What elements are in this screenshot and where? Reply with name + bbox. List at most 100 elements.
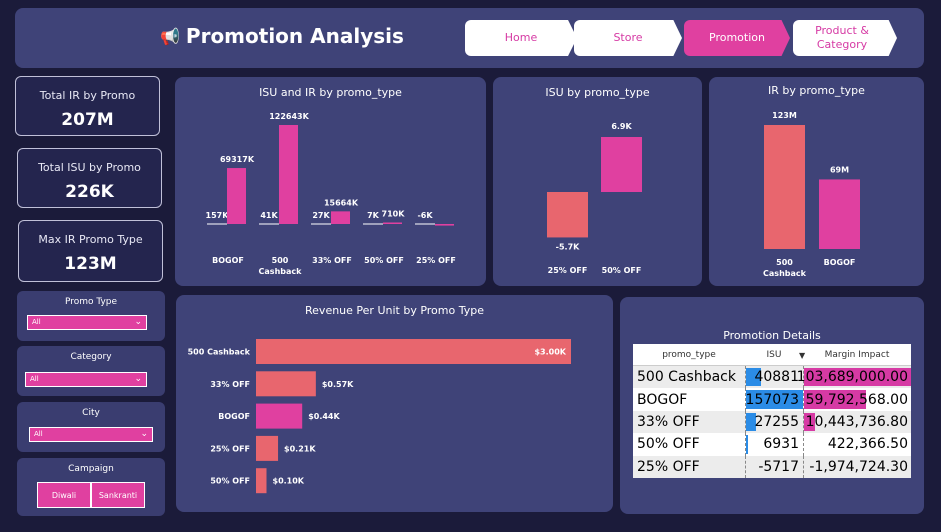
revenue-bar <box>256 403 303 429</box>
cell-margin-impact: 10,443,736.80 <box>803 410 911 434</box>
kpi-label: Total IR by Promo <box>39 89 136 102</box>
promotion-details-table: promo_type ISU ▼ Margin Impact 500 Cashb… <box>633 344 911 478</box>
isu-bar <box>547 192 588 238</box>
slicer-campaign: Campaign Diwali Sankranti <box>17 458 165 516</box>
x-tick-label: Cashback <box>259 267 303 276</box>
isu-data-label: 7K <box>367 211 380 220</box>
revenue-bar <box>256 435 279 461</box>
ir-bar <box>819 179 860 249</box>
nav-home[interactable]: Home <box>465 20 577 56</box>
x-tick-label: BOGOF <box>212 256 244 265</box>
x-tick-label: 500 <box>272 256 289 265</box>
ir-data-label: 69317K <box>220 155 255 164</box>
data-label: 123M <box>772 111 797 120</box>
cell-isu: 6931 <box>745 433 803 456</box>
ir-data-label: 122643K <box>269 112 309 121</box>
cell-promo-type: 50% OFF <box>637 436 700 453</box>
ir-bar <box>435 224 454 226</box>
campaign-chip-sankranti[interactable]: Sankranti <box>91 482 145 508</box>
cell-isu: 157073 <box>745 388 803 411</box>
isu-data-label: 27K <box>312 211 330 220</box>
cell-isu: -5717 <box>745 455 803 478</box>
y-tick-label: BOGOF <box>218 412 250 421</box>
isu-data-label: -6K <box>417 211 433 220</box>
table-row[interactable]: 33% OFF 27255 10,443,736.80 <box>633 410 911 434</box>
x-tick-label: 50% OFF <box>364 256 404 265</box>
chart-ir: IR by promo_type 123M 500 Cashback 69M BOGOF <box>709 77 924 286</box>
y-tick-label: 33% OFF <box>210 380 250 389</box>
cell-promo-type: BOGOF <box>637 391 688 408</box>
isu-ir-chart: 157K 69317K BOGOF 41K 122643K 500 Cashback 27K 1… <box>206 112 456 276</box>
data-label: $3.00K <box>534 348 566 357</box>
chart-isu-ir: ISU and IR by promo_type 157K 69317K BOGOF… <box>175 77 486 286</box>
ir-bar <box>383 222 402 224</box>
revenue-bar <box>256 468 267 494</box>
isu-bar <box>601 137 642 192</box>
nav-store[interactable]: Store <box>574 20 682 56</box>
ir-bar <box>279 125 298 224</box>
slicer-label: Promo Type <box>64 297 118 307</box>
kpi-total-ir: Total IR by Promo 207M <box>15 76 160 136</box>
nav-promotion[interactable]: Promotion <box>684 20 790 56</box>
cell-margin-impact: 422,366.50 <box>803 433 911 456</box>
ir-bar <box>227 168 246 224</box>
isu-chart: -5.7K 25% OFF 6.9K 50% OFF <box>547 122 642 275</box>
megaphone-icon: 📢 <box>160 26 180 46</box>
slicer-label: Campaign <box>68 464 114 474</box>
kpi-value: 123M <box>64 254 117 274</box>
data-label: $0.44K <box>308 412 340 421</box>
category-dropdown[interactable]: All ⌄ <box>25 372 147 387</box>
isu-databar <box>746 435 749 454</box>
table-header: promo_type ISU ▼ Margin Impact <box>633 344 911 366</box>
col-promo-type[interactable]: promo_type <box>633 350 745 360</box>
chevron-down-icon: ⌄ <box>134 317 142 327</box>
city-dropdown[interactable]: All ⌄ <box>29 427 153 442</box>
slicer-city: City All ⌄ <box>17 402 165 452</box>
slicer-label: Category <box>70 352 112 362</box>
slicer-label: City <box>82 408 100 418</box>
data-label: 6.9K <box>611 122 632 131</box>
chart-isu: ISU by promo_type -5.7K 25% OFF 6.9K 50% OF… <box>493 77 702 286</box>
cell-isu: 27255 <box>745 410 803 434</box>
revenue-per-unit-chart: 500 Cashback $3.00K 33% OFF $0.57K BOGOF $0.4… <box>188 339 571 494</box>
y-tick-label: 50% OFF <box>210 477 250 486</box>
chevron-down-icon: ⌄ <box>134 374 142 384</box>
data-label: $0.21K <box>284 444 316 453</box>
x-tick-label: BOGOF <box>824 258 856 267</box>
ir-bar <box>764 125 805 249</box>
revenue-bar <box>256 339 571 364</box>
col-isu[interactable]: ISU <box>745 344 803 365</box>
page-title: 📢 Promotion Analysis <box>160 24 404 48</box>
y-tick-label: 25% OFF <box>210 444 250 453</box>
kpi-label: Total ISU by Promo <box>38 161 141 174</box>
cell-margin-impact: 59,792,568.00 <box>803 388 911 411</box>
page-title-text: Promotion Analysis <box>185 24 404 48</box>
cell-promo-type: 25% OFF <box>637 458 700 475</box>
revenue-bar <box>256 371 316 397</box>
slicer-category: Category All ⌄ <box>17 346 165 396</box>
nav-product-category[interactable]: Product & Category <box>793 20 897 56</box>
isu-data-label: 41K <box>260 211 278 220</box>
cell-isu: 40881 <box>745 366 803 389</box>
cell-promo-type: 33% OFF <box>637 413 700 430</box>
table-row[interactable]: BOGOF 157073 59,792,568.00 <box>633 388 911 411</box>
x-tick-label: 500 <box>776 258 793 267</box>
promo-type-dropdown[interactable]: All ⌄ <box>27 315 147 330</box>
isu-data-label: 157K <box>206 211 230 220</box>
table-title: Promotion Details <box>723 329 821 342</box>
table-row[interactable]: 50% OFF 6931 422,366.50 <box>633 433 911 456</box>
kpi-max-ir-promo: Max IR Promo Type 123M <box>18 220 163 282</box>
table-row[interactable]: 25% OFF -5717 -1,974,724.30 <box>633 455 911 478</box>
kpi-label: Max IR Promo Type <box>38 233 143 246</box>
kpi-value: 207M <box>61 110 114 130</box>
campaign-chip-diwali[interactable]: Diwali <box>37 482 91 508</box>
ir-data-label: 15664K <box>324 198 359 207</box>
table-row[interactable]: 500 Cashback 40881 103,689,000.00 <box>633 366 911 389</box>
cell-promo-type: 500 Cashback <box>637 369 736 386</box>
chart-revenue-per-unit: Revenue Per Unit by Promo Type 500 Cashb… <box>176 295 613 512</box>
ir-chart: 123M 500 Cashback 69M BOGOF <box>763 111 860 278</box>
x-tick-label: 25% OFF <box>548 266 588 275</box>
col-margin-impact[interactable]: ▼ Margin Impact <box>799 344 911 365</box>
cell-margin-impact: 103,689,000.00 <box>797 366 911 389</box>
cell-margin-impact: -1,974,724.30 <box>803 455 911 478</box>
